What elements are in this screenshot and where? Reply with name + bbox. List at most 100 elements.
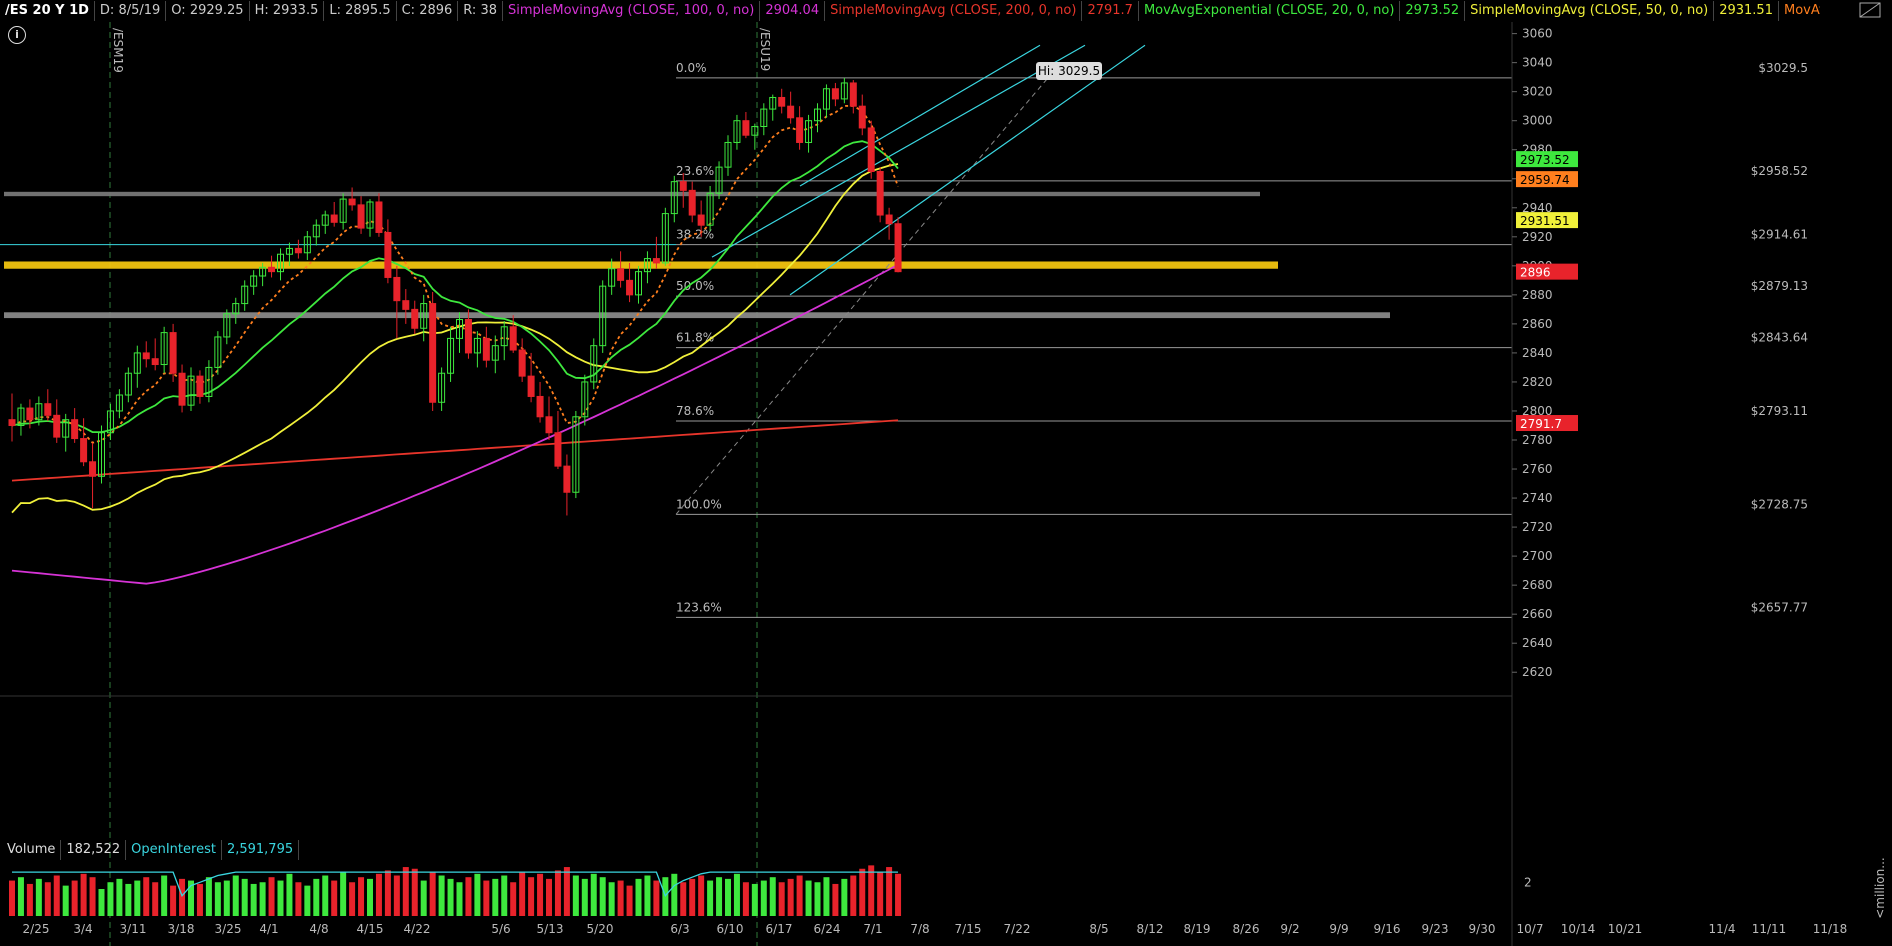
x-tick-label: 3/18 xyxy=(168,922,195,936)
volume-bar xyxy=(161,875,168,916)
candle-body xyxy=(357,204,365,229)
open-interest-label[interactable]: OpenInterest xyxy=(126,840,222,860)
fib-price-label: $2843.64 xyxy=(1751,331,1808,345)
info-icon[interactable]: i xyxy=(8,26,26,44)
volume-label[interactable]: Volume xyxy=(2,840,62,860)
volume-bar xyxy=(71,880,78,916)
fib-price-label: $2793.11 xyxy=(1751,404,1808,418)
volume-bar xyxy=(868,865,875,916)
x-tick-label: 6/17 xyxy=(766,922,793,936)
volume-bar xyxy=(608,882,615,916)
volume-bar xyxy=(17,877,24,916)
x-tick-label: 4/8 xyxy=(309,922,328,936)
candle-body xyxy=(8,419,16,426)
study-sma200-value: 2791.7 xyxy=(1082,1,1139,21)
fib-price-label: $2958.52 xyxy=(1751,164,1808,178)
fib-price-label: $2728.75 xyxy=(1751,497,1808,511)
y-tick-label: 3040 xyxy=(1522,56,1553,70)
study-sma100-value: 2904.04 xyxy=(760,1,826,21)
volume-panel: 2 <million... xyxy=(9,857,1887,919)
chart-header: /ES 20 Y 1D D: 8/5/19 O: 2929.25 H: 2933… xyxy=(0,0,1820,22)
price-tag-label: 2896 xyxy=(1520,266,1551,280)
study-ema8-label[interactable]: MovAvgExponential (CLOSE, 8, 0, no) xyxy=(1779,1,1820,21)
volume-bar xyxy=(644,875,651,916)
volume-bar xyxy=(232,875,239,916)
volume-bar xyxy=(340,872,347,916)
volume-bar xyxy=(26,883,33,916)
study-ema20-value: 2973.52 xyxy=(1400,1,1466,21)
candle-body xyxy=(831,88,839,100)
price-tag-label: 2959.74 xyxy=(1520,173,1570,187)
volume-bar xyxy=(778,882,785,916)
x-tick-label: 10/7 xyxy=(1517,922,1544,936)
volume-bar xyxy=(751,883,758,916)
y-tick-label: 2780 xyxy=(1522,433,1553,447)
chart-menu-icon[interactable] xyxy=(1858,2,1884,20)
x-tick-label: 9/23 xyxy=(1422,922,1449,936)
x-tick-label: 6/3 xyxy=(670,922,689,936)
volume-bar xyxy=(107,882,114,916)
fib-pct-label: 0.0% xyxy=(676,61,707,75)
volume-bar xyxy=(322,875,329,916)
fib-pct-label: 23.6% xyxy=(676,164,714,178)
date-label: D: 8/5/19 xyxy=(95,1,167,21)
candle-body xyxy=(545,416,553,434)
candle-body xyxy=(411,308,419,329)
volume-tick-label: 2 xyxy=(1524,875,1532,889)
symbol-label[interactable]: /ES 20 Y 1D xyxy=(0,1,95,21)
volume-bar xyxy=(501,875,508,916)
support-yellow-zone xyxy=(4,261,1278,269)
study-sma200-label[interactable]: SimpleMovingAvg (CLOSE, 200, 0, no) xyxy=(825,1,1083,21)
volume-bar xyxy=(465,877,472,916)
volume-bar xyxy=(402,867,409,916)
volume-bar xyxy=(196,883,203,916)
candle-body xyxy=(482,337,490,361)
volume-bar xyxy=(626,885,633,916)
volume-bar xyxy=(492,878,499,916)
volume-value: 182,522 xyxy=(61,840,127,860)
y-tick-label: 2640 xyxy=(1522,636,1553,650)
fib-price-label: $3029.5 xyxy=(1758,61,1808,75)
y-tick-label: 2660 xyxy=(1522,607,1553,621)
x-tick-label: 8/5 xyxy=(1089,922,1108,936)
ema20-line xyxy=(11,140,899,433)
ema8-line xyxy=(11,104,899,444)
x-tick-label: 10/21 xyxy=(1608,922,1643,936)
contract-marker-label: /ESU19 xyxy=(758,28,772,71)
y-tick-label: 2680 xyxy=(1522,578,1553,592)
volume-bar xyxy=(456,882,463,916)
candle-body xyxy=(294,247,302,254)
candle-body xyxy=(796,117,804,143)
volume-bar xyxy=(9,880,15,916)
volume-bar xyxy=(179,878,186,916)
volume-bar xyxy=(760,880,767,916)
contract-marker-label: /ESM19 xyxy=(111,28,125,73)
x-tick-label: 11/11 xyxy=(1752,922,1787,936)
study-ema20-label[interactable]: MovAvgExponential (CLOSE, 20, 0, no) xyxy=(1139,1,1401,21)
candle-body xyxy=(178,372,186,406)
candle-body xyxy=(697,214,705,226)
volume-bar xyxy=(546,878,552,916)
volume-bar xyxy=(680,882,687,916)
volume-bar xyxy=(277,880,284,916)
y-tick-label: 2760 xyxy=(1522,462,1553,476)
candle-body xyxy=(330,214,338,223)
volume-bar xyxy=(134,880,141,916)
volume-bar xyxy=(53,875,60,916)
volume-bar xyxy=(725,878,731,916)
volume-bar xyxy=(689,878,696,916)
candle-body xyxy=(196,375,204,397)
study-sma100-label[interactable]: SimpleMovingAvg (CLOSE, 100, 0, no) xyxy=(503,1,761,21)
volume-bar xyxy=(313,878,320,916)
candle-body xyxy=(894,223,902,273)
candle-body xyxy=(778,96,786,107)
study-sma50-label[interactable]: SimpleMovingAvg (CLOSE, 50, 0, no) xyxy=(1465,1,1715,21)
candle-body xyxy=(384,231,392,278)
volume-bar xyxy=(895,873,902,916)
candle-body xyxy=(402,300,410,310)
candle-body xyxy=(617,268,625,281)
candle-body xyxy=(679,181,687,191)
volume-bar xyxy=(519,872,526,916)
price-chart[interactable]: /ESM19/ESU19 0.0% $3029.523.6% $2958.5238.… xyxy=(0,0,1892,946)
open-label: O: 2929.25 xyxy=(166,1,250,21)
